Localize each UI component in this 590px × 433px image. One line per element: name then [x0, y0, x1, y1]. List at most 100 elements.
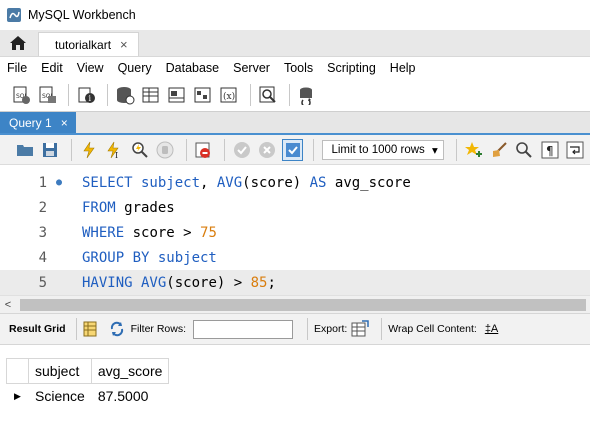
magnifier-lightning-icon: [131, 141, 148, 158]
close-icon[interactable]: ×: [61, 116, 68, 130]
wrap-cell-content-icon[interactable]: ‡A: [485, 323, 498, 335]
connection-tab-label: tutorialkart: [55, 37, 112, 52]
scrollbar-thumb[interactable]: [20, 298, 586, 311]
create-view-button[interactable]: [166, 84, 188, 106]
create-function-button[interactable]: (x): [218, 84, 240, 106]
save-script-button[interactable]: [39, 139, 60, 161]
menu-edit[interactable]: Edit: [34, 61, 70, 75]
chevron-down-icon: ▾: [431, 144, 438, 157]
limit-rows-value: Limit to 1000 rows: [331, 143, 425, 156]
open-sql-file-icon: SQL: [39, 86, 56, 103]
editor-line: 1 ● SELECT subject, AVG(score) AS avg_sc…: [0, 170, 590, 195]
new-sql-tab-button[interactable]: SQL: [10, 84, 32, 106]
create-procedure-button[interactable]: [192, 84, 214, 106]
toggle-continue-on-error-button[interactable]: [193, 139, 214, 161]
table-row[interactable]: ▶ Science 87.5000: [6, 383, 169, 409]
folder-icon: [16, 144, 33, 156]
inspector-button[interactable]: i: [75, 84, 97, 106]
result-grid-label[interactable]: Result Grid: [9, 323, 66, 335]
add-snippet-button[interactable]: [463, 139, 484, 161]
info-icon: i: [78, 87, 95, 103]
line-number: 1: [38, 174, 47, 191]
query-tab[interactable]: Query 1 ×: [0, 112, 76, 133]
code-line-4: GROUP BY subject: [82, 249, 217, 266]
code-line-5: HAVING AVG(score) > 85;: [82, 274, 276, 291]
toolbar-separator: [250, 84, 251, 106]
broom-icon: [492, 141, 507, 157]
editor-horizontal-scrollbar[interactable]: <: [0, 295, 590, 313]
reconnect-button[interactable]: [296, 84, 318, 106]
limit-rows-select[interactable]: Limit to 1000 rows ▾: [322, 139, 444, 160]
column-header-subject[interactable]: subject: [28, 358, 92, 384]
toolbar-separator: [289, 84, 290, 106]
lightning-icon: [83, 141, 95, 158]
filter-rows-label: Filter Rows:: [130, 323, 187, 335]
commit-check-icon: [233, 141, 250, 158]
result-toolbar: Result Grid Filter Rows: Export: Wrap Ce…: [0, 313, 590, 345]
code-line-3: WHERE score > 75: [82, 224, 217, 241]
home-button[interactable]: [0, 29, 36, 56]
code-line-2: FROM grades: [82, 199, 175, 216]
execute-current-button[interactable]: I: [103, 139, 124, 161]
svg-text:¶: ¶: [546, 144, 554, 158]
menu-view[interactable]: View: [70, 61, 111, 75]
toolbar-separator: [185, 138, 187, 161]
column-header-avg-score[interactable]: avg_score: [90, 358, 170, 384]
rollback-x-icon: [259, 141, 276, 158]
line-number: 3: [38, 224, 47, 241]
filter-rows-input[interactable]: [193, 319, 294, 339]
find-button[interactable]: [514, 139, 535, 161]
menu-database[interactable]: Database: [159, 61, 227, 75]
menu-file[interactable]: File: [0, 61, 34, 75]
stop-button[interactable]: [154, 139, 175, 161]
menu-tools[interactable]: Tools: [277, 61, 320, 75]
explain-button[interactable]: [129, 139, 150, 161]
create-table-button[interactable]: [140, 84, 162, 106]
create-schema-button[interactable]: [114, 84, 136, 106]
mysql-workbench-icon: [7, 8, 21, 22]
scroll-left-arrow-icon[interactable]: <: [0, 299, 16, 311]
sql-editor[interactable]: 1 ● SELECT subject, AVG(score) AS avg_sc…: [0, 165, 590, 295]
line-number: 5: [38, 274, 47, 291]
procedure-icon: [194, 87, 211, 103]
grid-view-icon[interactable]: [83, 321, 97, 337]
editor-line: 2 FROM grades: [0, 195, 590, 220]
refresh-icon[interactable]: [109, 321, 125, 337]
result-table: subject avg_score ▶ Science 87.5000: [6, 358, 170, 409]
connection-tab[interactable]: tutorialkart ×: [38, 32, 139, 56]
lightning-cursor-icon: I: [107, 141, 119, 159]
export-label: Export:: [314, 323, 348, 335]
menu-server[interactable]: Server: [226, 61, 277, 75]
line-number: 4: [38, 249, 47, 266]
view-icon: [168, 87, 185, 103]
toolbar-separator: [68, 84, 69, 106]
editor-toolbar: I Limit to 1000 rows ▾ ¶: [0, 135, 590, 165]
table-cell[interactable]: Science: [28, 383, 92, 409]
row-selector-header[interactable]: [6, 358, 29, 384]
menu-query[interactable]: Query: [111, 61, 159, 75]
result-grid[interactable]: subject avg_score ▶ Science 87.5000: [0, 345, 590, 433]
stop-hand-icon: [156, 141, 174, 158]
open-sql-file-button[interactable]: SQL: [36, 84, 58, 106]
menu-help[interactable]: Help: [383, 61, 423, 75]
search-table-data-button[interactable]: [257, 84, 279, 106]
close-icon[interactable]: ×: [120, 37, 128, 52]
menu-scripting[interactable]: Scripting: [320, 61, 383, 75]
save-icon: [43, 142, 58, 157]
toolbar-separator: [313, 138, 315, 161]
toggle-wrap-button[interactable]: [565, 139, 586, 161]
table-cell[interactable]: 87.5000: [90, 383, 169, 409]
toolbar-separator: [307, 318, 309, 340]
autocommit-button[interactable]: [281, 138, 304, 161]
commit-button[interactable]: [231, 139, 252, 161]
beautify-button[interactable]: [488, 139, 509, 161]
open-script-button[interactable]: [14, 139, 35, 161]
rollback-button[interactable]: [257, 139, 278, 161]
toggle-invisibles-button[interactable]: ¶: [539, 139, 560, 161]
query-tabstrip: Query 1 ×: [0, 112, 590, 135]
export-icon[interactable]: [351, 320, 370, 338]
header-row: subject avg_score: [6, 358, 170, 384]
svg-text:I: I: [115, 151, 118, 159]
connection-tabstrip: tutorialkart ×: [0, 30, 590, 57]
execute-button[interactable]: [78, 139, 99, 161]
